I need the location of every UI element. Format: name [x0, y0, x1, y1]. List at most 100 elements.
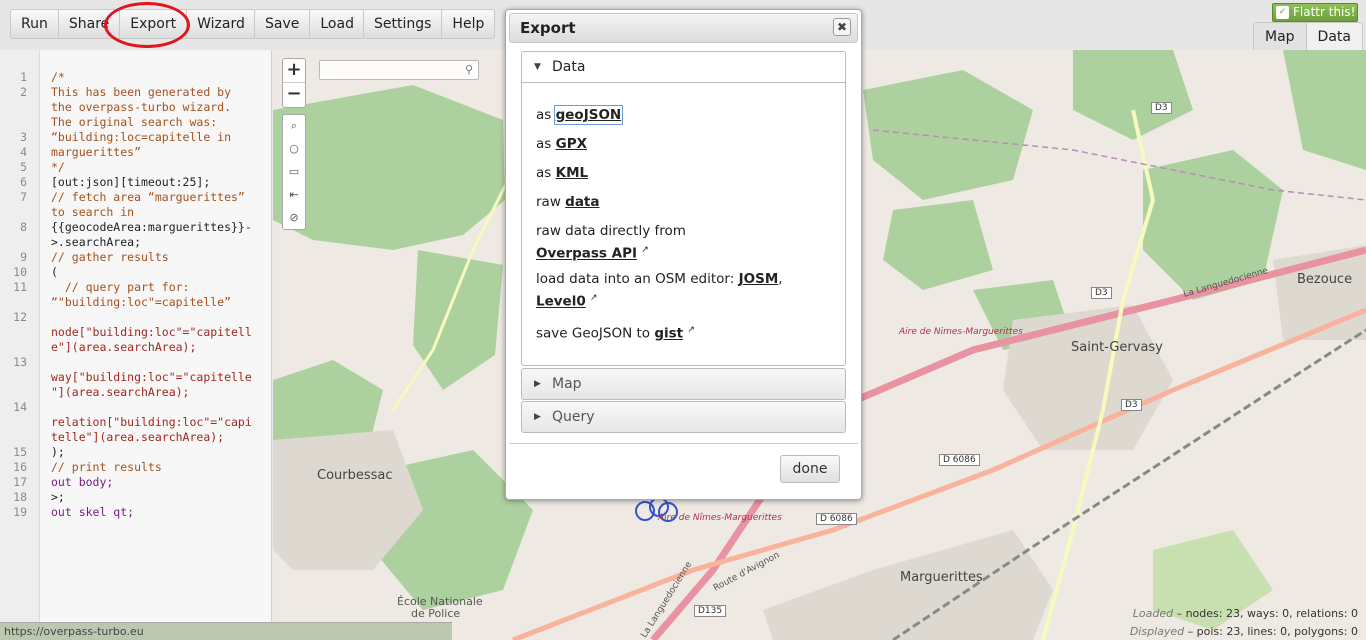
line-number: 3: [20, 130, 27, 144]
line-number: 11: [13, 280, 27, 294]
search-zoom-icon[interactable]: ⌕: [283, 115, 305, 138]
view-tabs: Map Data: [1253, 22, 1363, 51]
external-link-icon: ↗: [641, 245, 649, 255]
help-button[interactable]: Help: [442, 10, 494, 38]
clear-icon[interactable]: ⊘: [283, 207, 305, 230]
line-number: 15: [13, 445, 27, 459]
fit-data-icon[interactable]: ⇤: [283, 184, 305, 207]
code-line: out skel qt;: [51, 505, 135, 519]
tab-data[interactable]: Data: [1307, 23, 1362, 51]
status-url: https://overpass-turbo.eu: [0, 622, 452, 640]
code-line: This has been generated by: [51, 85, 232, 99]
external-link-icon: ↗: [687, 325, 695, 335]
export-gpx-item: as GPX: [536, 135, 806, 154]
export-highlight-circle: [104, 2, 190, 48]
code-line: way["building:loc"="capitelle: [51, 370, 252, 384]
export-raw-item: raw data: [536, 193, 806, 212]
load-button[interactable]: Load: [310, 10, 364, 38]
overpass-prefix: raw data directly from: [536, 223, 686, 239]
line-number: 17: [13, 475, 27, 489]
save-button[interactable]: Save: [255, 10, 311, 38]
export-gist-link[interactable]: gist: [654, 326, 683, 342]
close-button[interactable]: ✖: [833, 18, 851, 36]
wizard-button[interactable]: Wizard: [187, 10, 255, 38]
line-number: 12: [13, 310, 27, 324]
code-line: The original search was:: [51, 115, 218, 129]
done-button[interactable]: done: [780, 455, 840, 483]
flattr-button[interactable]: ✓ Flattr this!: [1272, 3, 1358, 22]
export-josm-link[interactable]: JOSM: [739, 271, 779, 287]
tab-map[interactable]: Map: [1254, 23, 1307, 51]
section-map-header[interactable]: ▶ Map: [521, 368, 846, 400]
file-button-group: Save Load: [254, 9, 365, 39]
export-gpx-link[interactable]: GPX: [556, 136, 587, 152]
line-number: 1: [20, 70, 27, 84]
export-gist-item: save GeoJSON to gist ↗: [536, 321, 806, 344]
triangle-down-icon: ▼: [534, 62, 541, 72]
code-line: );: [51, 445, 65, 459]
line-number-gutter: 1 2 3 4 5 6 7 8 9 10 11 12 13 14 15 16 1…: [0, 50, 40, 622]
map-label-marguerittes: Marguerittes: [900, 570, 983, 585]
dialog-title: Export: [520, 19, 576, 37]
map-tools: ⌕ ○ ▭ ⇤ ⊘: [282, 114, 306, 230]
triangle-right-icon: ▶: [534, 379, 541, 389]
line-number: 10: [13, 265, 27, 279]
code-line: >.searchArea;: [51, 235, 142, 249]
map-search-input[interactable]: ⚲: [319, 60, 479, 80]
code-line: // print results: [51, 460, 162, 474]
export-level0-link[interactable]: Level0: [536, 294, 586, 310]
code-line: “building:loc=capitelle in: [51, 130, 232, 144]
line-number: 9: [20, 250, 27, 264]
dialog-separator: [509, 443, 858, 444]
section-query-label: Query: [552, 409, 595, 425]
settings-button[interactable]: Settings: [364, 10, 443, 38]
road-tag: D 6086: [939, 454, 980, 466]
code-line: out body;: [51, 475, 114, 489]
map-label-courbessac: Courbessac: [317, 468, 393, 483]
code-line: // gather results: [51, 250, 169, 264]
export-overpass-link[interactable]: Overpass API: [536, 246, 637, 262]
zoom-control: + −: [282, 58, 306, 108]
zoom-out-button[interactable]: −: [283, 83, 305, 107]
map-label-saint-gervasy: Saint-Gervasy: [1071, 340, 1163, 355]
section-query-header[interactable]: ▶ Query: [521, 401, 846, 433]
dialog-titlebar: Export ✖: [509, 13, 858, 43]
line-number: 2: [20, 85, 27, 99]
export-geojson-link[interactable]: geoJSON: [553, 105, 624, 125]
line-number: 6: [20, 175, 27, 189]
map-label-bezouce: Bezouce: [1297, 272, 1353, 287]
code-line: relation["building:loc"="capi: [51, 415, 252, 429]
code-line: [out:json][timeout:25];: [51, 175, 211, 189]
line-number: 8: [20, 220, 27, 234]
zoom-in-button[interactable]: +: [283, 59, 305, 83]
section-data-header[interactable]: ▼ Data: [521, 51, 846, 83]
locate-icon[interactable]: ○: [283, 138, 305, 161]
flattr-icon: ✓: [1276, 6, 1289, 19]
image-icon[interactable]: ▭: [283, 161, 305, 184]
export-editor-item: load data into an OSM editor: JOSM, Leve…: [536, 271, 783, 310]
status-loaded: Loaded – nodes: 23, ways: 0, relations: …: [1133, 607, 1358, 620]
map-label-ecole-2: de Police: [411, 607, 461, 620]
road-tag: D3: [1091, 287, 1112, 299]
gist-prefix: save GeoJSON to: [536, 325, 655, 342]
line-number: 7: [20, 190, 27, 204]
road-tag: D 6086: [816, 513, 857, 525]
export-raw-link[interactable]: data: [565, 194, 599, 210]
line-number: 19: [13, 505, 27, 519]
line-number: 4: [20, 145, 27, 159]
export-geojson-item: as geoJSON: [536, 105, 806, 125]
export-overpass-item: raw data directly from Overpass API ↗: [536, 222, 806, 264]
query-editor[interactable]: 1 2 3 4 5 6 7 8 9 10 11 12 13 14 15 16 1…: [0, 50, 272, 622]
status-displayed-value: – pois: 23, lines: 0, polygons: 0: [1187, 625, 1358, 638]
map-label-aire-1: Aire de Nimes-Marguerittes: [899, 327, 1023, 337]
code-line: "](area.searchArea);: [51, 385, 190, 399]
export-kml-link[interactable]: KML: [556, 165, 589, 181]
run-button[interactable]: Run: [11, 10, 59, 38]
code-line: telle"](area.searchArea);: [51, 430, 225, 444]
road-tag: D3: [1121, 399, 1142, 411]
status-loaded-value: – nodes: 23, ways: 0, relations: 0: [1176, 607, 1358, 620]
gpx-prefix: as: [536, 136, 556, 152]
external-link-icon: ↗: [590, 293, 598, 303]
geojson-prefix: as: [536, 107, 556, 123]
code-line: {{geocodeArea:marguerittes}}-: [51, 220, 252, 234]
